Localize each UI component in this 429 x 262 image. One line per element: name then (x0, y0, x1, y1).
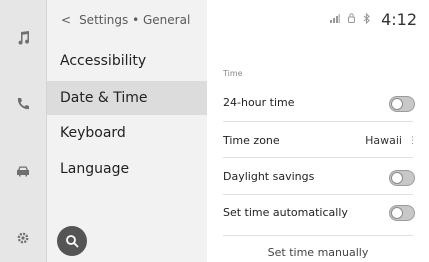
row-divider (223, 121, 413, 122)
section-label-time: Time (223, 69, 243, 78)
menu-item-label: Accessibility (60, 53, 147, 69)
row-label-time-zone: Time zone (223, 134, 280, 147)
toggle-set-time-automatically[interactable] (389, 205, 415, 221)
row-label-daylight-savings: Daylight savings (223, 170, 315, 183)
clock: 4:12 (381, 10, 417, 29)
status-bar: 4:12 (330, 10, 417, 29)
time-zone-value: Hawaii (365, 134, 402, 147)
toggle-knob (391, 98, 403, 110)
toggle-knob (391, 172, 403, 184)
infotainment-screen: < Settings • General Accessibility Date &… (0, 0, 429, 262)
menu-item-keyboard[interactable]: Keyboard (47, 116, 207, 150)
row-label-24-hour-time: 24-hour time (223, 96, 295, 109)
app-rail (0, 0, 47, 262)
date-time-panel: 4:12 Time 24-hour time Time zone Hawaii … (207, 0, 429, 262)
signal-icon (330, 13, 341, 26)
toggle-knob (391, 207, 403, 219)
search-button[interactable] (57, 226, 87, 256)
phone-icon[interactable] (13, 94, 33, 114)
row-divider (223, 157, 413, 158)
search-icon (66, 235, 79, 248)
back-chevron-icon[interactable]: < (61, 13, 71, 27)
menu-item-label: Date & Time (60, 90, 148, 106)
bluetooth-icon (363, 12, 371, 27)
settings-menu: < Settings • General Accessibility Date &… (47, 0, 207, 262)
menu-item-label: Language (60, 161, 130, 177)
breadcrumb-text: Settings • General (79, 13, 191, 27)
gear-icon[interactable] (13, 228, 33, 248)
row-divider (223, 194, 413, 195)
more-options-icon: ⋮ (408, 135, 417, 146)
set-time-manually-button[interactable]: Set time manually (207, 246, 429, 259)
music-note-icon[interactable] (13, 28, 33, 48)
menu-item-date-time[interactable]: Date & Time (47, 81, 207, 115)
toggle-24-hour-time[interactable] (389, 96, 415, 112)
toggle-daylight-savings[interactable] (389, 170, 415, 186)
menu-item-accessibility[interactable]: Accessibility (47, 44, 207, 78)
menu-item-language[interactable]: Language (47, 152, 207, 186)
row-label-set-time-automatically: Set time automatically (223, 206, 348, 219)
lock-icon (348, 13, 356, 26)
menu-item-label: Keyboard (60, 125, 126, 141)
row-divider (223, 235, 413, 236)
breadcrumb[interactable]: < Settings • General (61, 13, 190, 27)
car-icon[interactable] (13, 161, 33, 181)
time-zone-selector[interactable]: Hawaii ⋮ (365, 134, 417, 147)
